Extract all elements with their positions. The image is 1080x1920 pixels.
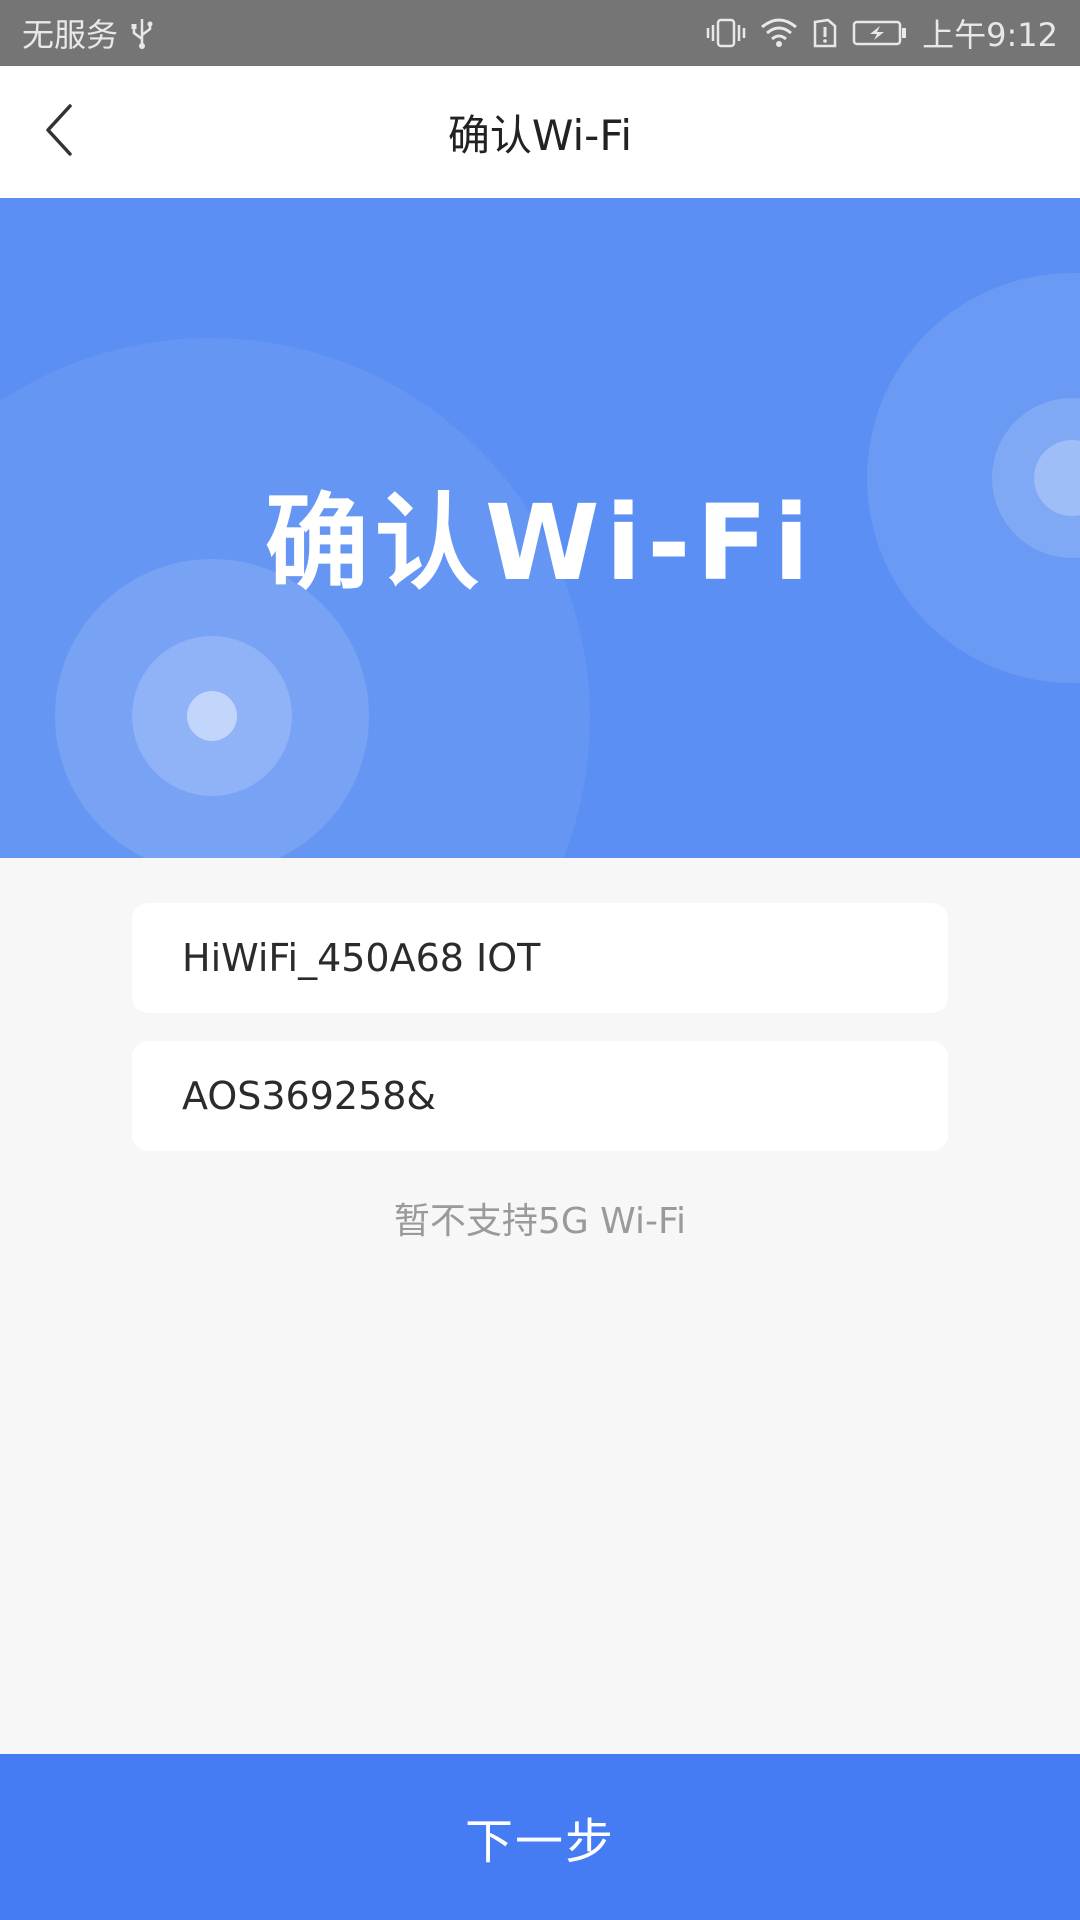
- next-step-label: 下一步: [464, 1814, 615, 1870]
- status-left: 无服务: [22, 10, 154, 56]
- ssid-value: HiWiFi_450A68 IOT: [182, 936, 541, 980]
- wifi-icon: [760, 17, 798, 49]
- password-field[interactable]: AOS369258&: [132, 1041, 948, 1151]
- status-right: 上午9:12: [706, 10, 1058, 56]
- clock-text: 上午9:12: [922, 16, 1058, 54]
- ssid-field[interactable]: HiWiFi_450A68 IOT: [132, 903, 948, 1013]
- hero-banner: 确认Wi-Fi: [0, 198, 1080, 858]
- battery-charging-icon: [852, 17, 908, 49]
- status-bar: 无服务 上午9:12: [0, 0, 1080, 66]
- carrier-text: 无服务: [22, 16, 119, 54]
- usb-icon: [130, 17, 154, 49]
- vibrate-icon: [706, 17, 746, 49]
- 5g-unsupported-hint: 暂不支持5G Wi-Fi: [393, 1201, 687, 1242]
- next-step-button[interactable]: 下一步: [0, 1754, 1080, 1920]
- nav-bar: 确认Wi-Fi: [0, 66, 1080, 198]
- hero-title: 确认Wi-Fi: [264, 482, 816, 604]
- sim-alert-icon: [812, 17, 838, 49]
- password-value: AOS369258&: [182, 1074, 437, 1118]
- page-title: 确认Wi-Fi: [447, 110, 633, 160]
